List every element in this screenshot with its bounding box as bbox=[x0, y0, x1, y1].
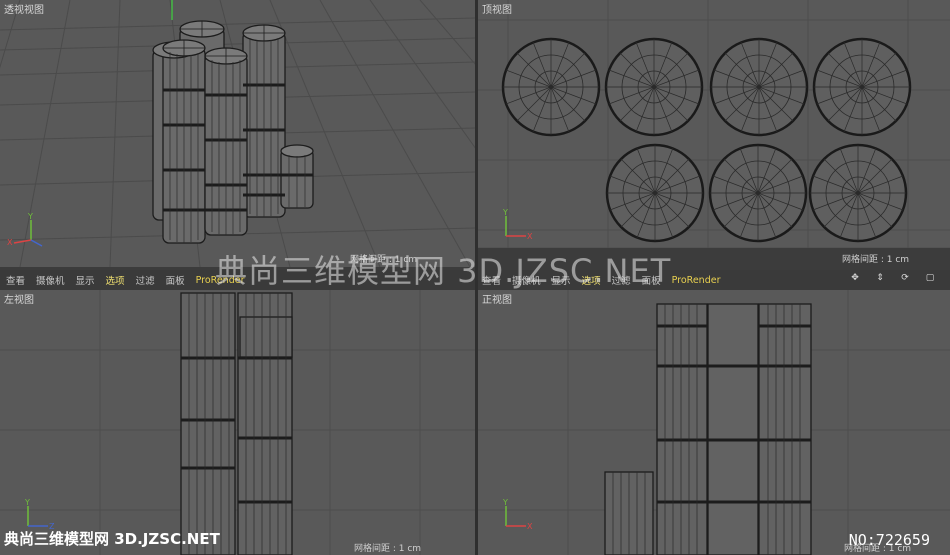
viewport-title: 左视图 bbox=[4, 295, 34, 306]
menu-filter[interactable]: 过滤 bbox=[136, 273, 155, 287]
axis-x-label: X bbox=[527, 232, 533, 241]
viewport-title: 透视视图 bbox=[4, 5, 44, 16]
menu-options[interactable]: 选项 bbox=[106, 273, 125, 287]
maximize-view-icon[interactable]: ▢ bbox=[925, 273, 935, 283]
viewport-title: 正视图 bbox=[482, 295, 512, 306]
left-viewport[interactable]: 左视图 Y Z 网格间距: 1 cm bbox=[0, 290, 475, 555]
watermark-id: NO:722659 bbox=[848, 531, 930, 549]
axis-y-label: Y bbox=[502, 498, 508, 507]
axis-y-label: Y bbox=[27, 212, 33, 221]
axis-gizmo: Y X bbox=[7, 212, 43, 247]
menu-panel[interactable]: 面板 bbox=[166, 273, 185, 287]
top-viewport[interactable]: 顶视图 Y X bbox=[478, 0, 950, 248]
axis-gizmo: Y X bbox=[502, 208, 533, 241]
axis-y-label: Y bbox=[24, 498, 30, 507]
menu-prorender[interactable]: ProRender bbox=[672, 275, 721, 286]
perspective-viewport[interactable]: 透视视图 Y X 网格间距: 1 cm bbox=[0, 0, 475, 267]
left-scene bbox=[0, 290, 475, 555]
front-scene bbox=[478, 290, 950, 555]
axis-y-label: Y bbox=[502, 208, 508, 217]
grid-spacing-label: 网格间距 : 1 cm bbox=[354, 544, 422, 554]
grid-spacing-label: 网格间距 : 1 cm bbox=[842, 255, 910, 265]
axis-x-label: X bbox=[527, 522, 533, 531]
viewport-nav-icons: ✥ ⇕ ⟳ ▢ bbox=[850, 273, 946, 283]
menu-camera[interactable]: 摄像机 bbox=[36, 273, 65, 287]
top-scene bbox=[478, 0, 950, 248]
front-viewport[interactable]: 正视图 Y X 网格间距: 1 cm bbox=[478, 290, 950, 555]
menu-view[interactable]: 查看 bbox=[6, 273, 25, 287]
axis-x-label: X bbox=[7, 238, 13, 247]
zoom-view-icon[interactable]: ⇕ bbox=[875, 273, 885, 283]
viewport-title: 顶视图 bbox=[482, 5, 512, 16]
move-view-icon[interactable]: ✥ bbox=[850, 273, 860, 283]
rotate-view-icon[interactable]: ⟳ bbox=[900, 273, 910, 283]
watermark-bottom-left: 典尚三维模型网 3D.JZSC.NET bbox=[4, 530, 220, 548]
watermark-center: 典尚三维模型网 3D.JZSC.NET bbox=[215, 252, 672, 290]
menu-display[interactable]: 显示 bbox=[76, 273, 95, 287]
axis-gizmo: Y X bbox=[502, 498, 533, 531]
perspective-scene bbox=[0, 0, 475, 267]
